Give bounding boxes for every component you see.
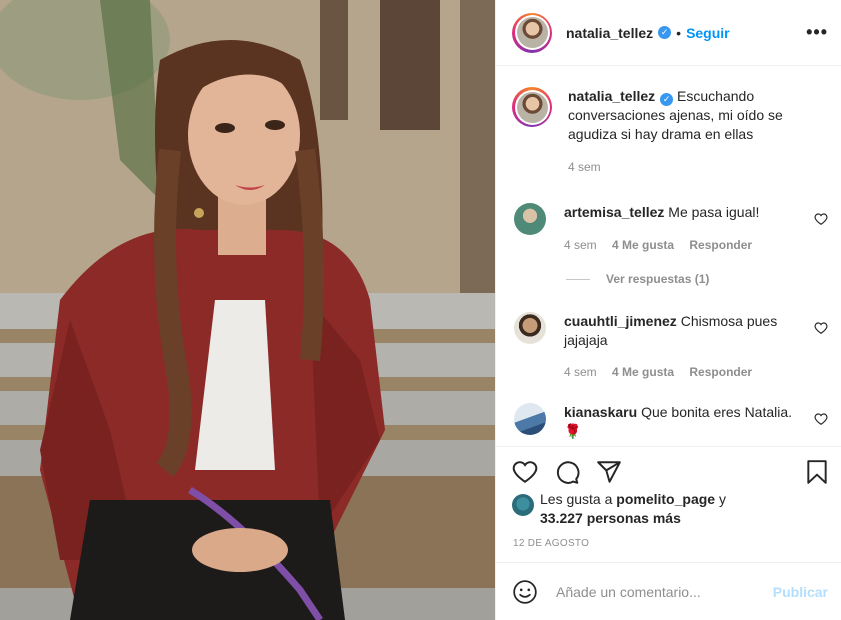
- commenter-avatar[interactable]: [514, 403, 546, 435]
- add-comment-bar: Publicar: [496, 562, 841, 620]
- likes-others[interactable]: 33.227 personas más: [540, 510, 681, 526]
- verified-icon: ✓: [660, 93, 674, 106]
- heart-icon[interactable]: [512, 459, 538, 485]
- comment-item: cuauhtli_jimenez Chismosa pues jajajaja …: [514, 312, 834, 382]
- emoji-icon[interactable]: [512, 579, 538, 605]
- commenter-avatar[interactable]: [514, 312, 546, 344]
- reply-button[interactable]: Responder: [689, 238, 752, 252]
- post-side-panel: natalia_tellez ✓ • Seguir ••• natalia_te…: [495, 0, 841, 620]
- comment-item: kianaskaru Que bonita eres Natalia.🌹: [514, 403, 834, 441]
- comments-list[interactable]: natalia_tellez ✓ Escuchando conversacione…: [496, 67, 841, 445]
- comment-like-heart-icon[interactable]: [814, 212, 828, 226]
- comment-icon[interactable]: [554, 459, 580, 485]
- separator: •: [676, 24, 682, 41]
- post-photo-illustration: [0, 0, 495, 620]
- post-caption: natalia_tellez ✓ Escuchando conversacione…: [512, 87, 822, 177]
- publish-button[interactable]: Publicar: [773, 584, 828, 600]
- liker-username[interactable]: pomelito_page: [616, 491, 715, 507]
- commenter-avatar[interactable]: [514, 203, 546, 235]
- caption-username[interactable]: natalia_tellez: [568, 88, 655, 104]
- comment-like-heart-icon[interactable]: [814, 412, 828, 426]
- comment-text: Me pasa igual!: [668, 204, 760, 220]
- caption-time: 4 sem: [568, 160, 601, 174]
- commenter-username[interactable]: cuauhtli_jimenez: [564, 313, 677, 329]
- post-header: natalia_tellez ✓ • Seguir •••: [496, 0, 841, 66]
- caption-avatar[interactable]: [512, 87, 552, 127]
- more-options-icon[interactable]: •••: [806, 22, 828, 43]
- verified-icon: ✓: [658, 26, 672, 39]
- view-replies[interactable]: Ver respuestas (1): [566, 272, 709, 286]
- action-bar: [496, 446, 841, 494]
- replies-line: [566, 278, 590, 280]
- follow-button[interactable]: Seguir: [686, 25, 730, 41]
- likes-prefix: Les gusta a: [540, 491, 613, 507]
- likes-summary: Les gusta a pomelito_page y 33.227 perso…: [512, 490, 726, 528]
- comment-input[interactable]: [556, 583, 756, 600]
- view-replies-label[interactable]: Ver respuestas (1): [606, 272, 709, 286]
- commenter-username[interactable]: artemisa_tellez: [564, 204, 664, 220]
- comment-time[interactable]: 4 sem: [564, 238, 597, 252]
- bookmark-icon[interactable]: [804, 459, 830, 485]
- reply-button[interactable]: Responder: [689, 365, 752, 379]
- post-date[interactable]: 12 DE AGOSTO: [513, 538, 589, 549]
- commenter-username[interactable]: kianaskaru: [564, 404, 637, 420]
- comment-likes[interactable]: 4 Me gusta: [612, 238, 674, 252]
- comment-like-heart-icon[interactable]: [814, 321, 828, 335]
- author-avatar[interactable]: [512, 12, 552, 53]
- comment-item: artemisa_tellez Me pasa igual! 4 sem 4 M…: [514, 203, 834, 255]
- liker-avatar[interactable]: [512, 494, 534, 516]
- comment-time[interactable]: 4 sem: [564, 365, 597, 379]
- post-photo[interactable]: [0, 0, 495, 620]
- author-username[interactable]: natalia_tellez: [566, 25, 653, 41]
- comment-likes[interactable]: 4 Me gusta: [612, 365, 674, 379]
- likes-conjunction: y: [718, 491, 726, 507]
- paper-plane-icon[interactable]: [596, 459, 622, 485]
